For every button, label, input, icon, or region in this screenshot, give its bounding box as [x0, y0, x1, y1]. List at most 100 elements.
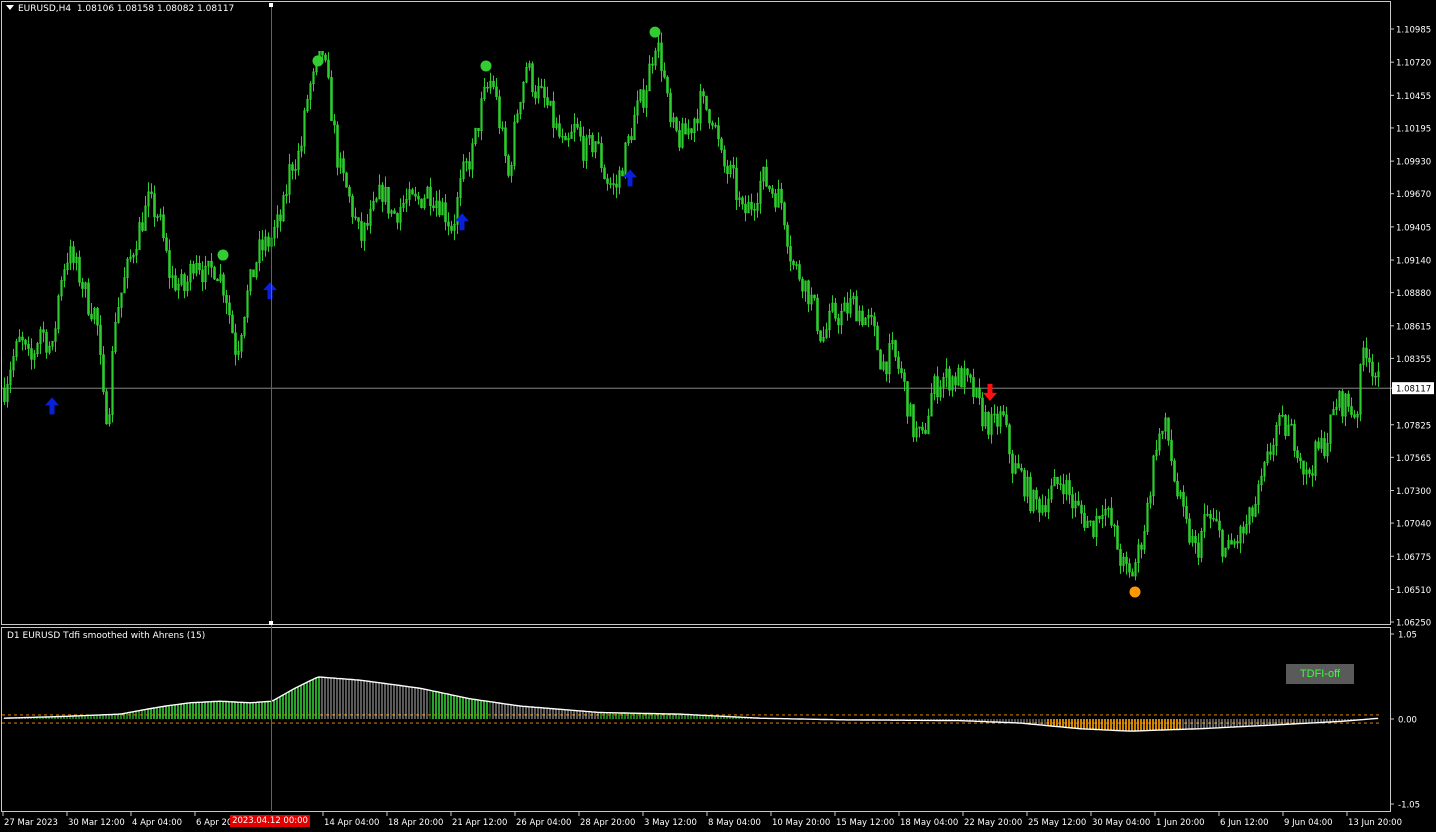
price-tick-label: 1.06250: [1396, 619, 1431, 629]
price-tick-label: 1.10455: [1396, 92, 1431, 102]
candle-body: [873, 316, 876, 327]
candle-body: [651, 63, 654, 66]
time-tick-label: 15 May 12:00: [836, 818, 894, 828]
candle-body: [630, 136, 633, 141]
candle-body: [504, 127, 507, 157]
chart-window[interactable]: 1.10985 1.10720 1.10455 1.10195 1.09930 1.096…: [0, 0, 1436, 832]
candle-body: [414, 193, 417, 197]
crosshair-handle-top[interactable]: [269, 3, 273, 7]
candle-body: [609, 183, 612, 185]
price-tick-label: 1.08117: [1396, 385, 1431, 395]
arrow-down-icon: [983, 383, 997, 401]
candle-body: [411, 189, 414, 195]
candle-body: [1209, 513, 1212, 519]
candle-body: [717, 125, 720, 140]
time-tick-label: 1 Jun 20:00: [1156, 818, 1205, 828]
candle-body: [543, 86, 546, 98]
candle-body: [723, 149, 726, 167]
candle-body: [444, 202, 447, 223]
chart-title: EURUSD,H4 1.08106 1.08158 1.08082 1.0811…: [6, 4, 234, 14]
candle-body: [1173, 460, 1176, 482]
candle-body: [732, 164, 735, 169]
tdfi-toggle-button[interactable]: TDFI-off: [1286, 664, 1354, 684]
candle-body: [807, 280, 810, 305]
candle-body: [765, 166, 768, 187]
symbol-ohlc-label: EURUSD,H4 1.08106 1.08158 1.08082 1.0811…: [18, 4, 235, 14]
price-tick-label: 1.08880: [1396, 289, 1431, 299]
dropdown-triangle-icon[interactable]: [6, 5, 14, 10]
candle-body: [24, 339, 27, 345]
candle-body: [855, 296, 858, 322]
candle-body: [582, 135, 585, 161]
candle-body: [702, 91, 705, 97]
candle-body: [789, 246, 792, 262]
time-tick-label: 8 May 04:00: [708, 818, 761, 828]
candle-body: [27, 343, 30, 349]
time-tick-label: 14 Apr 04:00: [324, 818, 379, 828]
candle-body: [612, 183, 615, 185]
indicator-tick-label: 0.00: [1398, 716, 1417, 726]
candle-body: [1251, 507, 1254, 517]
candle-body: [690, 128, 693, 134]
candle-body: [1008, 424, 1011, 455]
candle-body: [1131, 571, 1134, 577]
candle-body: [1017, 463, 1020, 469]
candle-body: [1215, 518, 1218, 522]
time-tick-label: 18 Apr 20:00: [388, 818, 443, 828]
candle-body: [642, 89, 645, 108]
candle-body: [534, 91, 537, 99]
candle-body: [1038, 498, 1041, 513]
candle-body: [1002, 411, 1005, 416]
candle-body: [885, 361, 888, 375]
candle-body: [42, 329, 45, 333]
candle-body: [564, 135, 567, 141]
candle-body: [861, 310, 864, 325]
time-tick-label: 22 May 20:00: [964, 818, 1022, 828]
candle-body: [192, 263, 195, 274]
candle-body: [1341, 391, 1344, 417]
price-tick-label: 1.08355: [1396, 355, 1431, 365]
candle-body: [432, 205, 435, 209]
candle-body: [1221, 529, 1224, 557]
candle-body: [210, 260, 213, 268]
candle-body: [267, 236, 270, 247]
time-tick-label: 27 Mar 2023: [4, 818, 58, 828]
price-tick-label: 1.09140: [1396, 257, 1431, 267]
candle-body: [165, 237, 168, 251]
price-tick-label: 1.06510: [1396, 586, 1431, 596]
candle-body: [1110, 508, 1113, 526]
candle-body: [1140, 544, 1143, 550]
candle-body: [78, 256, 81, 283]
candle-body: [1068, 480, 1071, 495]
candle-body: [21, 336, 24, 341]
candle-body: [1197, 542, 1200, 558]
candle-body: [978, 387, 981, 399]
candle-body: [420, 198, 423, 208]
time-tick-label: 25 May 12:00: [1028, 818, 1086, 828]
candle-body: [669, 92, 672, 123]
candle-body: [792, 260, 795, 265]
candle-body: [966, 368, 969, 376]
candle-body: [1365, 347, 1368, 359]
crosshair-handle-bottom[interactable]: [269, 621, 273, 625]
candle-body: [168, 250, 171, 278]
candle-body: [741, 197, 744, 205]
candle-body: [600, 143, 603, 169]
indicator-title: D1 EURUSD Tdfi smoothed with Ahrens (15): [7, 631, 206, 641]
candle-body: [1044, 505, 1047, 513]
candle-body: [1116, 525, 1119, 550]
candle-body: [330, 77, 333, 121]
candle-body: [381, 184, 384, 202]
candle-body: [981, 397, 984, 427]
candle-body: [495, 86, 498, 97]
candle-body: [222, 274, 225, 296]
chart-canvas[interactable]: 1.10985 1.10720 1.10455 1.10195 1.09930 1.096…: [0, 0, 1436, 832]
candle-body: [954, 376, 957, 386]
candle-body: [150, 191, 153, 194]
candles-group: [3, 32, 1380, 581]
candle-body: [906, 381, 909, 417]
time-tick-label: 9 Jun 04:00: [1284, 818, 1333, 828]
candle-body: [819, 330, 822, 342]
time-tick-label: 13 Jun 20:00: [1348, 818, 1402, 828]
price-tick-label: 1.06775: [1396, 553, 1431, 563]
